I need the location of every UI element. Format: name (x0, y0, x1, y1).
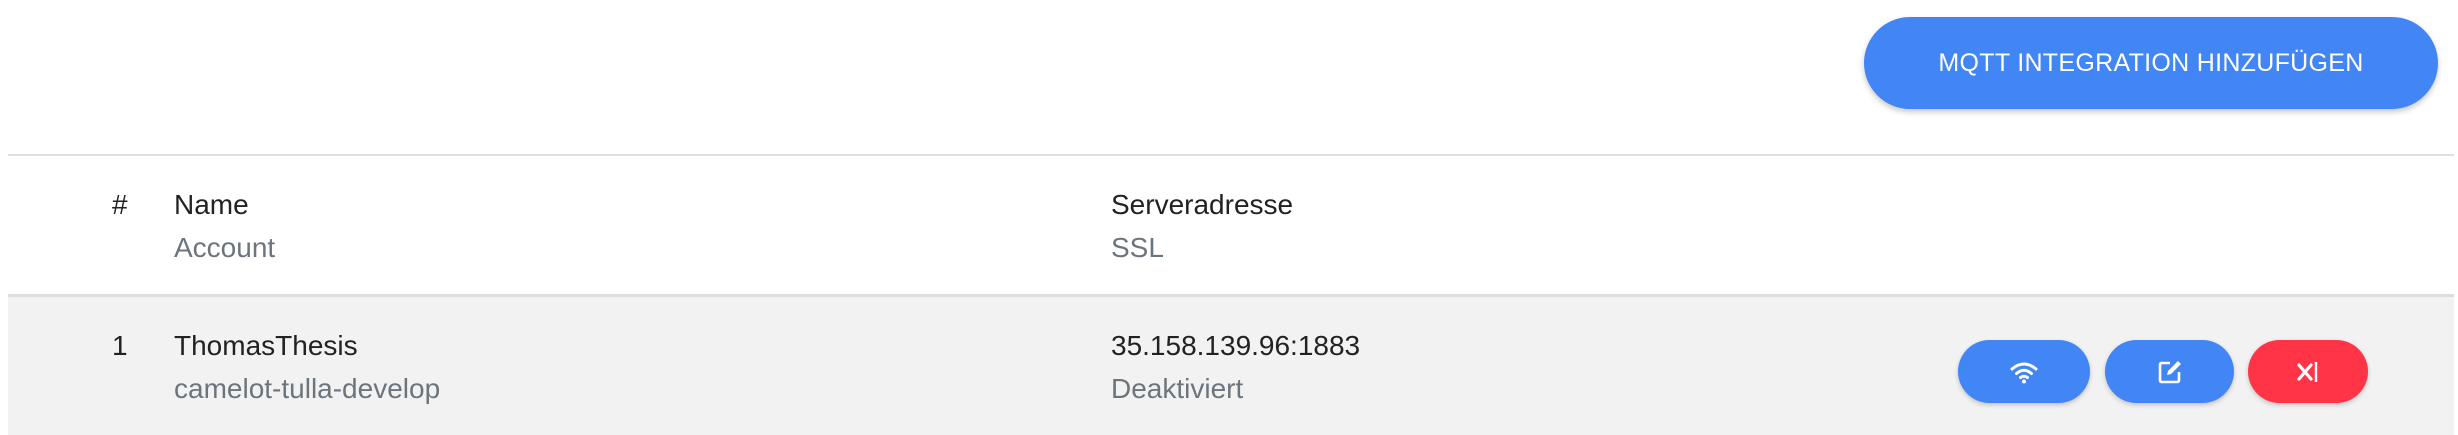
row-number: 1 (112, 330, 128, 361)
row-name: ThomasThesis (174, 330, 358, 361)
connect-button[interactable] (1958, 340, 2090, 403)
edit-icon (2157, 359, 2183, 385)
header-ssl: SSL (1111, 232, 1164, 263)
header-server-address: Serveradresse (1111, 189, 1294, 220)
row-server-address: 35.158.139.96:1883 (1111, 330, 1361, 361)
table-header-row: # Name Account Serveradresse SSL (8, 156, 2454, 297)
disconnect-icon (2295, 359, 2321, 385)
header-account: Account (174, 232, 276, 263)
header-number: # (112, 189, 128, 220)
wifi-icon (2009, 360, 2039, 384)
add-mqtt-integration-button[interactable]: MQTT INTEGRATION HINZUFÜGEN (1864, 17, 2438, 109)
row-ssl-status: Deaktiviert (1111, 373, 1244, 404)
row-account: camelot-tulla-develop (174, 373, 441, 404)
table-row: 1 ThomasThesis camelot-tulla-develop 35.… (8, 297, 2454, 435)
integrations-table: # Name Account Serveradresse SSL 1 Thoma… (8, 154, 2454, 435)
header-name: Name (174, 189, 249, 220)
disconnect-button[interactable] (2248, 340, 2368, 403)
edit-button[interactable] (2105, 340, 2234, 403)
